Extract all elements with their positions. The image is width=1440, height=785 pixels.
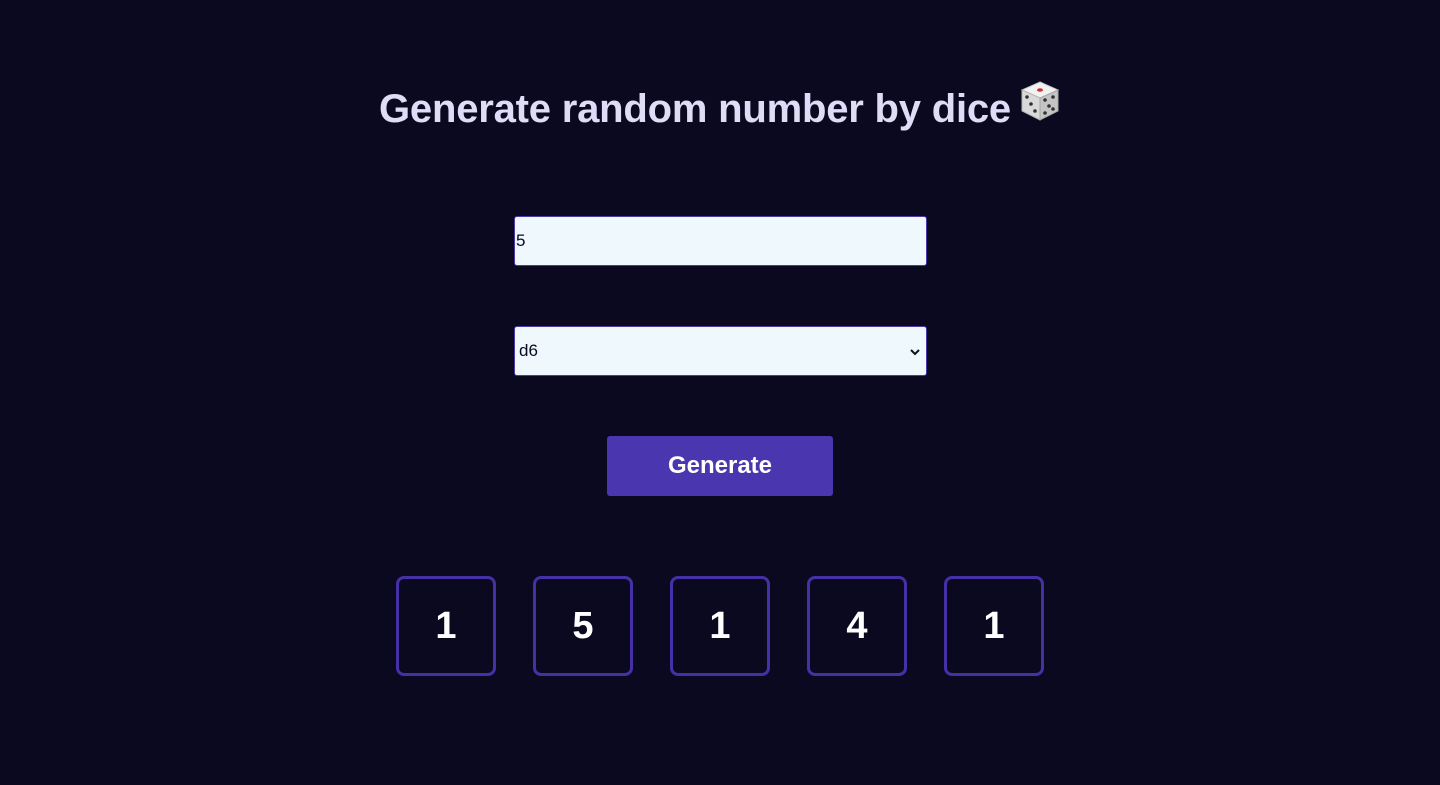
page-title-text: Generate random number by dice — [379, 87, 1011, 131]
result-box: 5 — [533, 576, 633, 676]
generate-button[interactable]: Generate — [607, 436, 833, 496]
dice-type-selected-value: d6 — [519, 341, 538, 360]
dice-type-select[interactable]: d6 — [514, 326, 927, 376]
die-icon — [1019, 80, 1061, 134]
page-title: Generate random number by dice — [0, 81, 1440, 134]
page: Generate random number by dice d6 Genera… — [0, 0, 1440, 785]
dice-count-input[interactable] — [514, 216, 927, 266]
result-box: 1 — [670, 576, 770, 676]
result-box: 4 — [807, 576, 907, 676]
results-list: 1 5 1 4 1 — [396, 576, 1044, 676]
result-box: 1 — [944, 576, 1044, 676]
result-box: 1 — [396, 576, 496, 676]
chevron-down-icon — [909, 345, 921, 363]
